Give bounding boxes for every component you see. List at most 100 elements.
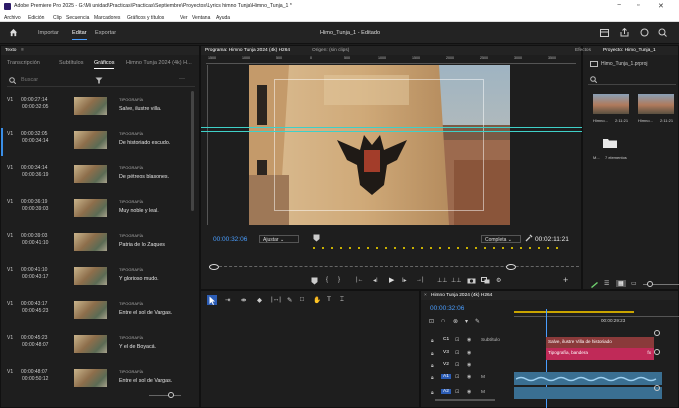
freeform-view-icon[interactable]: ▭	[631, 280, 637, 287]
linked-selection-icon[interactable]: ⊗	[453, 318, 458, 325]
zoom-dropdown[interactable]: Ajustar ⌄	[259, 235, 299, 243]
search-input[interactable]: Buscar	[21, 77, 38, 83]
tab-efectos[interactable]: Efectos	[575, 48, 591, 53]
filter-icon[interactable]	[95, 77, 103, 84]
marker-dot[interactable]	[448, 247, 450, 249]
menu-graficos[interactable]: Gráficos y títulos	[127, 15, 164, 21]
settings-icon[interactable]: ⚙	[496, 277, 501, 284]
selection-tool-icon[interactable]	[209, 296, 216, 305]
lock-icon[interactable]: 🔒︎	[431, 338, 434, 344]
graphics-search[interactable]: Buscar ···	[7, 74, 195, 87]
ripple-edit-icon[interactable]: ⇼	[241, 296, 246, 304]
track-id[interactable]: V2	[441, 362, 451, 367]
graphic-list-item[interactable]: V1 00:00:36:19 00:00:39:03 TIPOGRAFÍA Muy no…	[1, 196, 193, 230]
bin-folder-icon[interactable]	[603, 138, 617, 148]
lock-icon[interactable]: 🔒︎	[431, 390, 434, 396]
step-back-icon[interactable]: ◂I	[373, 277, 378, 284]
type-icon[interactable]: T	[327, 296, 331, 303]
wrench-icon[interactable]	[525, 234, 533, 242]
sync-lock-icon[interactable]: ⊡	[455, 337, 459, 343]
add-marker-icon[interactable]: ▾	[465, 318, 468, 325]
tab-exportar[interactable]: Exportar	[95, 30, 116, 36]
maximize-button[interactable]: ▫	[637, 2, 639, 9]
marker-dot[interactable]	[493, 247, 495, 249]
extract-icon[interactable]: ⊥⊥	[451, 277, 461, 284]
sync-icon[interactable]	[640, 28, 649, 37]
track-id[interactable]: V3	[441, 350, 451, 355]
tab-sequence[interactable]: Himno Tunja 2024 (4k) H264	[431, 293, 492, 298]
marker-dot[interactable]	[529, 247, 531, 249]
menu-archivo[interactable]: Archivo	[4, 15, 21, 21]
lift-icon[interactable]: ⊥⊥	[437, 277, 447, 284]
marker-dot[interactable]	[340, 247, 342, 249]
graphic-list-item[interactable]: V1 00:00:45:23 00:00:48:07 TIPOGRAFÍA Y el d…	[1, 332, 193, 366]
timeline-ruler[interactable]	[514, 313, 679, 317]
pen-icon[interactable]: ✎	[287, 296, 292, 304]
compare-icon[interactable]	[481, 277, 490, 284]
in-handle[interactable]	[209, 264, 219, 270]
workspace-layout-icon[interactable]	[600, 29, 609, 37]
marker-dot[interactable]	[331, 247, 333, 249]
marker-dot[interactable]	[385, 247, 387, 249]
menu-ventana[interactable]: Ventana	[192, 15, 210, 21]
eye-icon[interactable]: ◉	[467, 374, 471, 380]
mark-out-icon[interactable]: }	[338, 277, 340, 283]
rectangle-icon[interactable]: □	[300, 296, 304, 303]
track-id[interactable]: A1	[441, 374, 451, 379]
clip-thumbnail[interactable]	[638, 94, 674, 114]
marker-dot[interactable]	[349, 247, 351, 249]
subtab-subtitulos[interactable]: Subtítulos	[59, 60, 83, 66]
zoom-slider[interactable]	[149, 395, 181, 396]
tab-project[interactable]: Proyecto: Himo_Tunja_1	[603, 48, 656, 53]
menu-clip[interactable]: Clip	[53, 15, 62, 21]
nest-icon[interactable]: ⊡	[429, 318, 434, 325]
add-button-icon[interactable]: +	[563, 275, 568, 285]
marker-dot[interactable]	[556, 247, 558, 249]
scroll-handle[interactable]	[654, 330, 660, 336]
menu-edicion[interactable]: Edición	[28, 15, 44, 21]
camera-icon[interactable]	[467, 277, 476, 284]
list-scrollbar[interactable]	[191, 91, 194, 211]
graphic-list-item[interactable]: V1 00:00:41:10 00:00:43:17 TIPOGRAFÍA Y glor…	[1, 264, 193, 298]
work-area-bar[interactable]	[514, 311, 634, 313]
tab-texto[interactable]: Texto	[5, 48, 16, 53]
graphic-list-item[interactable]: V1 00:00:39:03 00:00:41:10 TIPOGRAFÍA Patria…	[1, 230, 193, 264]
track-select-icon[interactable]: ⇥	[225, 296, 230, 304]
hand-icon[interactable]: ✋	[313, 296, 321, 304]
graphic-list-item[interactable]: V1 00:00:32:05 00:00:34:14 TIPOGRAFÍA De his…	[1, 128, 193, 162]
close-button[interactable]: ✕	[658, 2, 664, 10]
tab-editar[interactable]: Editar	[72, 30, 87, 40]
home-icon[interactable]	[9, 28, 18, 37]
mark-in-icon[interactable]: {	[326, 277, 328, 283]
audio-clip-a2[interactable]	[514, 387, 662, 399]
list-view-icon[interactable]: ☰	[604, 280, 609, 287]
icon-view-icon[interactable]: ▦	[616, 280, 626, 287]
timeline-timecode[interactable]: 00:00:32:06	[430, 305, 464, 312]
marker-dot[interactable]	[466, 247, 468, 249]
clip-thumbnail[interactable]	[593, 94, 629, 114]
panel-menu-icon[interactable]: ≡	[21, 48, 24, 53]
graphic-clip[interactable]: Tipografía, bandera fx	[546, 348, 654, 360]
eye-icon[interactable]: ◉	[467, 350, 471, 356]
marker-dot[interactable]	[484, 247, 486, 249]
subtab-sequence[interactable]: Himno Tunja 2024 (4k) H...	[126, 60, 192, 66]
marker-dot[interactable]	[430, 247, 432, 249]
tab-program[interactable]: Programa: Himno Tunja 2024 (4k) H264	[205, 48, 290, 53]
audio-clip-a1[interactable]	[514, 372, 662, 385]
playback-timeline[interactable]	[209, 263, 579, 267]
menu-ver[interactable]: Ver	[180, 15, 188, 21]
marker-dot[interactable]	[412, 247, 414, 249]
marker-dot[interactable]	[403, 247, 405, 249]
horizontal-zoom-bar[interactable]	[435, 399, 495, 401]
marker-dot[interactable]	[502, 247, 504, 249]
track-id[interactable]: C1	[441, 337, 451, 342]
wrench-icon[interactable]: ✎	[475, 318, 480, 325]
marker-dot[interactable]	[376, 247, 378, 249]
marker-dot[interactable]	[394, 247, 396, 249]
slip-icon[interactable]: |↔|	[271, 296, 281, 303]
current-timecode[interactable]: 00:00:32:06	[213, 236, 247, 243]
subtab-transcripcion[interactable]: Transcripción	[7, 60, 40, 66]
marker-dot[interactable]	[439, 247, 441, 249]
close-tab-icon[interactable]: ×	[424, 293, 427, 298]
scroll-handle[interactable]	[654, 349, 660, 355]
